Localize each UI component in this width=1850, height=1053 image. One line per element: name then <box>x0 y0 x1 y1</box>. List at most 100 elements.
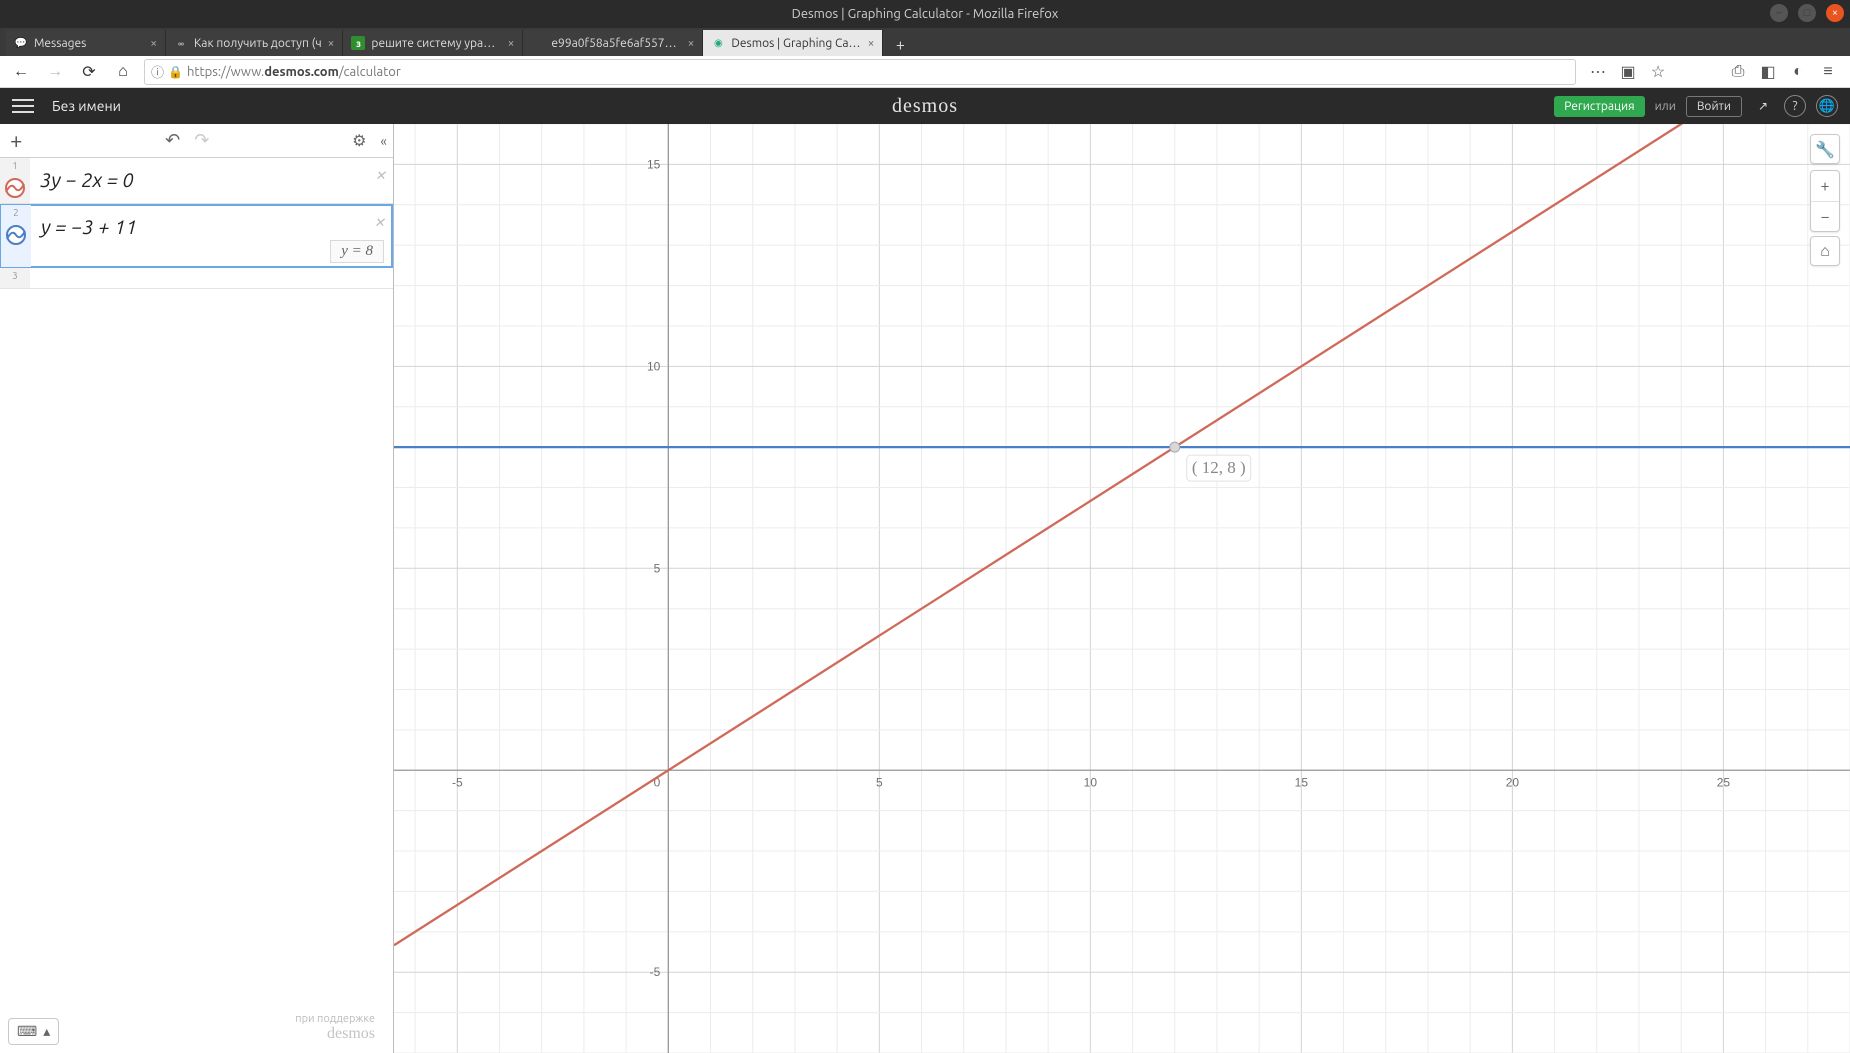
window-close[interactable]: × <box>1826 4 1844 22</box>
browser-tabstrip: 💬 Messages × ∞ Как получить доступ (ч × … <box>0 28 1850 56</box>
expression-panel: + ↶ ↷ ⚙ « 1 3y − 2x = 0 × <box>0 124 394 1053</box>
home-icon[interactable]: ⌂ <box>1811 237 1839 265</box>
desmos-brand: desmos <box>295 1025 375 1043</box>
tab-label: Desmos | Graphing Calcu <box>731 37 861 50</box>
close-icon[interactable]: × <box>868 37 875 50</box>
browser-tab[interactable]: e99a0f58a5fe6af557e5412f × <box>523 30 703 56</box>
language-icon[interactable]: 🌐 <box>1816 95 1838 117</box>
login-button[interactable]: Войти <box>1686 96 1742 117</box>
window-minimize[interactable]: – <box>1770 4 1788 22</box>
os-titlebar: Desmos | Graphing Calculator - Mozilla F… <box>0 0 1850 28</box>
svg-text:10: 10 <box>647 359 661 373</box>
footer-credit: при поддержке desmos <box>295 1013 375 1043</box>
back-button[interactable]: ← <box>8 59 34 85</box>
window-maximize[interactable]: □ <box>1798 4 1816 22</box>
redo-icon[interactable]: ↷ <box>194 130 209 151</box>
delete-expression-icon[interactable]: × <box>376 162 387 185</box>
svg-text:( 12, 8 ): ( 12, 8 ) <box>1192 458 1246 477</box>
expression-row[interactable]: 1 3y − 2x = 0 × <box>0 158 393 204</box>
expression-row-active[interactable]: 2 y = −3 + 11 × y = 8 <box>0 204 393 268</box>
keyboard-icon: ⌨ <box>17 1023 37 1040</box>
lock-icon: 🔒 <box>168 65 183 79</box>
graph-canvas[interactable]: -50510152025-551015( 12, 8 ) <box>394 124 1850 1053</box>
expression-toolbar: + ↶ ↷ ⚙ « <box>0 124 393 158</box>
close-icon[interactable]: × <box>508 37 515 50</box>
svg-text:-5: -5 <box>452 775 463 789</box>
wrench-icon[interactable]: 🔧 <box>1811 135 1839 163</box>
svg-text:10: 10 <box>1084 775 1098 789</box>
forward-button[interactable]: → <box>42 59 68 85</box>
tab-label: решите систему уравне <box>371 37 501 50</box>
help-icon[interactable]: ? <box>1784 95 1806 117</box>
browser-tab[interactable]: з решите систему уравне × <box>343 30 523 56</box>
gear-icon[interactable]: ⚙ <box>352 131 366 150</box>
menu-button[interactable] <box>12 99 34 113</box>
extension-icon[interactable]: ◐ <box>1788 62 1808 82</box>
document-title[interactable]: Без имени <box>52 98 121 114</box>
zoom-controls: + − <box>1810 170 1840 232</box>
row-index: 1 <box>0 158 30 203</box>
share-icon[interactable]: ↗ <box>1752 95 1774 117</box>
delete-expression-icon[interactable]: × <box>375 209 386 232</box>
favicon-icon <box>531 36 545 50</box>
row-index: 2 <box>1 205 31 267</box>
row-index: 3 <box>0 268 30 288</box>
info-icon[interactable]: ⓘ <box>151 62 164 81</box>
expression-text: y = −3 + 11 <box>41 215 137 238</box>
collapse-panel-icon[interactable]: « <box>380 133 383 149</box>
register-button[interactable]: Регистрация <box>1554 96 1644 117</box>
svg-text:5: 5 <box>654 561 661 575</box>
browser-tab[interactable]: 💬 Messages × <box>6 30 166 56</box>
url-bar[interactable]: ⓘ 🔒 https://www.desmos.com/calculator <box>144 59 1576 85</box>
browser-tab-active[interactable]: ◉ Desmos | Graphing Calcu × <box>703 30 883 56</box>
favicon-icon: ∞ <box>174 36 188 50</box>
more-icon[interactable]: ⋯ <box>1588 62 1608 82</box>
color-toggle-icon[interactable] <box>5 224 27 246</box>
menu-icon[interactable]: ≡ <box>1818 62 1838 82</box>
expression-row-empty[interactable]: 3 <box>0 268 393 289</box>
tab-label: e99a0f58a5fe6af557e5412f <box>551 37 681 50</box>
undo-icon[interactable]: ↶ <box>165 130 180 151</box>
expression-body[interactable]: 3y − 2x = 0 × <box>30 158 393 203</box>
expression-result: y = 8 <box>330 240 384 263</box>
graph-area[interactable]: -50510152025-551015( 12, 8 ) 🔧 + − ⌂ <box>394 124 1850 1053</box>
svg-text:15: 15 <box>647 157 661 171</box>
chevron-up-icon: ▴ <box>43 1023 50 1040</box>
sidebar-icon[interactable]: ◧ <box>1758 62 1778 82</box>
browser-toolbar: ← → ⟳ ⌂ ⓘ 🔒 https://www.desmos.com/calcu… <box>0 56 1850 88</box>
close-icon[interactable]: × <box>150 37 157 50</box>
add-expression-button[interactable]: + <box>10 128 22 153</box>
favicon-icon: 💬 <box>14 36 28 50</box>
url-text: https://www.desmos.com/calculator <box>187 65 401 79</box>
expression-text: 3y − 2x = 0 <box>40 168 134 191</box>
zoom-in-button[interactable]: + <box>1811 171 1839 201</box>
reload-button[interactable]: ⟳ <box>76 59 102 85</box>
new-tab-button[interactable]: + <box>889 34 911 56</box>
tab-label: Как получить доступ (ч <box>194 37 322 50</box>
desmos-header: Без имени desmos Регистрация или Войти ↗… <box>0 88 1850 124</box>
favicon-icon: ◉ <box>711 36 725 50</box>
library-icon[interactable]: ⎙ <box>1728 62 1748 82</box>
browser-tab[interactable]: ∞ Как получить доступ (ч × <box>166 30 343 56</box>
desmos-logo: desmos <box>892 95 958 118</box>
star-icon[interactable]: ☆ <box>1648 62 1668 82</box>
close-icon[interactable]: × <box>328 37 335 50</box>
window-title: Desmos | Graphing Calculator - Mozilla F… <box>792 7 1059 21</box>
workspace: + ↶ ↷ ⚙ « 1 3y − 2x = 0 × <box>0 124 1850 1053</box>
expression-body[interactable]: y = −3 + 11 × y = 8 <box>31 205 392 267</box>
close-icon[interactable]: × <box>688 37 695 50</box>
powered-by-text: при поддержке <box>295 1013 375 1025</box>
expression-body[interactable] <box>30 268 393 288</box>
home-view-button[interactable]: ⌂ <box>1810 236 1840 266</box>
graph-settings-button[interactable]: 🔧 <box>1810 134 1840 164</box>
color-toggle-icon[interactable] <box>4 177 26 199</box>
svg-text:-5: -5 <box>650 965 661 979</box>
svg-text:5: 5 <box>876 775 883 789</box>
svg-text:20: 20 <box>1506 775 1520 789</box>
or-text: или <box>1655 100 1676 113</box>
svg-text:25: 25 <box>1717 775 1731 789</box>
home-button[interactable]: ⌂ <box>110 59 136 85</box>
reader-icon[interactable]: ▣ <box>1618 62 1638 82</box>
keyboard-toggle[interactable]: ⌨ ▴ <box>8 1018 59 1045</box>
zoom-out-button[interactable]: − <box>1811 201 1839 231</box>
